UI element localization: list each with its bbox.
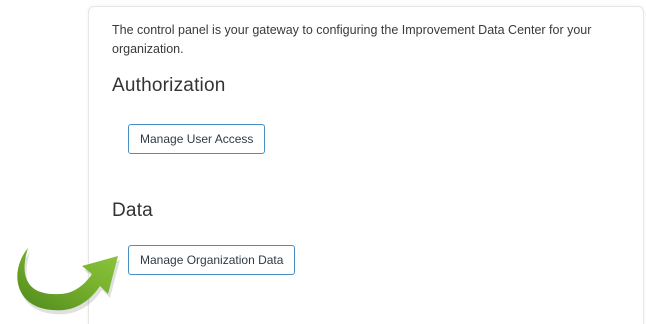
control-panel-screen: The control panel is your gateway to con…	[0, 0, 646, 324]
manage-organization-data-button[interactable]: Manage Organization Data	[128, 245, 296, 275]
section-title-data: Data	[112, 200, 153, 221]
manage-user-access-button[interactable]: Manage User Access	[128, 124, 266, 154]
curved-arrow-icon	[17, 248, 120, 315]
section-title-authorization: Authorization	[112, 75, 226, 96]
intro-text: The control panel is your gateway to con…	[112, 23, 592, 56]
